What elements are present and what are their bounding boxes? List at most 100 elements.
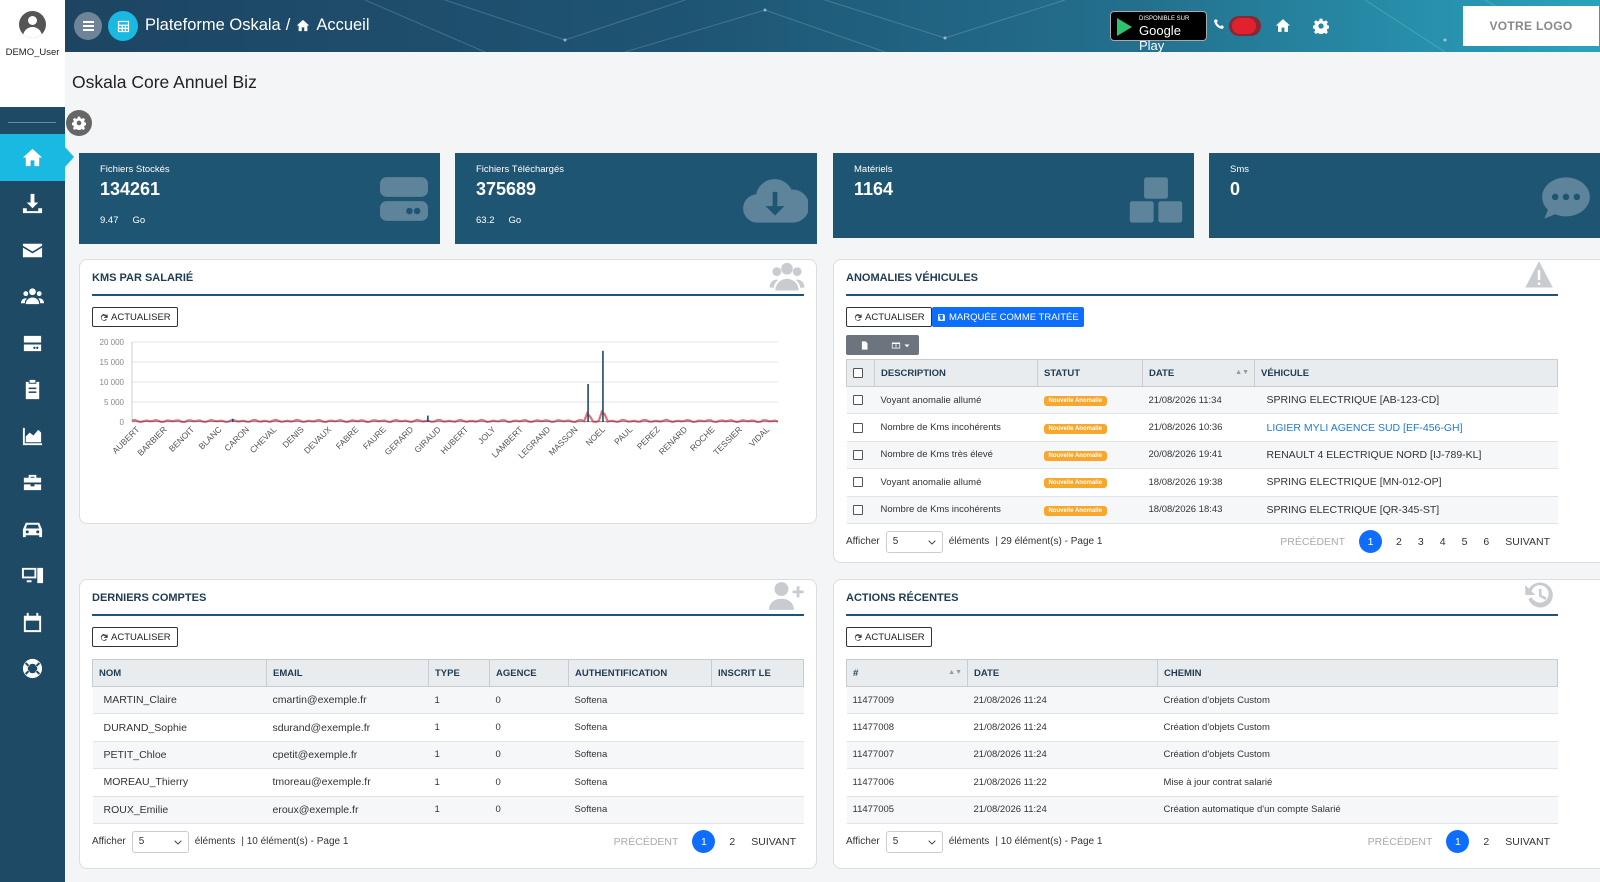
export-button[interactable] bbox=[846, 335, 882, 355]
page-button[interactable]: 2 bbox=[1388, 536, 1410, 548]
x-tick-label: MASSON bbox=[547, 424, 580, 457]
table-tools bbox=[846, 335, 919, 355]
cell-date: 18/08/2026 19:38 bbox=[1142, 468, 1255, 497]
cell-type: 1 bbox=[428, 713, 490, 742]
sidebar-item-downloads[interactable] bbox=[0, 181, 65, 228]
refresh-button[interactable]: ACTUALISER bbox=[846, 627, 932, 647]
actions-table: # ▲▼ DATE CHEMIN 11477009 21/08/2026 11:24… bbox=[846, 659, 1558, 824]
row-checkbox[interactable] bbox=[852, 422, 863, 433]
x-tick-label: BLANC bbox=[196, 424, 223, 451]
cell-id: 11477007 bbox=[846, 741, 968, 770]
cell-vehicle: SPRING ELECTRIQUE [MN-012-OP] bbox=[1254, 468, 1558, 497]
table-row[interactable]: MOREAU_Thierry tmoreau@exemple.fr 1 0 Soften… bbox=[92, 768, 804, 797]
table-row[interactable]: PETIT_Chloe cpetit@exemple.fr 1 0 Softena bbox=[92, 741, 804, 770]
page-button[interactable]: 1 bbox=[1446, 830, 1470, 853]
next-button[interactable]: SUIVANT bbox=[1497, 836, 1558, 848]
refresh-button[interactable]: ACTUALISER bbox=[846, 307, 932, 327]
row-checkbox[interactable] bbox=[852, 504, 863, 515]
sidebar-item-stats[interactable] bbox=[0, 413, 65, 460]
per-page-select[interactable]: 5 bbox=[131, 830, 189, 853]
sidebar-item-devices[interactable] bbox=[0, 553, 65, 600]
cell-vehicle[interactable]: LIGIER MYLI AGENCE SUD [EF-456-GH] bbox=[1254, 413, 1558, 442]
col-type[interactable]: TYPE bbox=[428, 659, 490, 687]
car-icon bbox=[22, 522, 43, 537]
x-tick-label: DEVAUX bbox=[302, 424, 334, 456]
table-row[interactable]: Nombre de Kms très élevé Nouvelle Anomali… bbox=[846, 441, 1558, 470]
page-button[interactable]: 3 bbox=[1410, 536, 1432, 548]
row-select-cell bbox=[846, 441, 875, 470]
col-email[interactable]: EMAIL bbox=[266, 659, 429, 687]
col-auth[interactable]: AUTHENTIFICATION bbox=[568, 659, 712, 687]
panel-title: ACTIONS RÉCENTES bbox=[846, 592, 959, 604]
sidebar-item-vehicles[interactable] bbox=[0, 506, 65, 553]
next-button[interactable]: SUIVANT bbox=[743, 836, 804, 848]
page-button[interactable]: 1 bbox=[1359, 530, 1383, 553]
y-tick-label: 5 000 bbox=[104, 398, 125, 407]
top-settings-button[interactable] bbox=[1312, 18, 1330, 39]
page-button[interactable]: 5 bbox=[1454, 536, 1476, 548]
sidebar-item-home[interactable] bbox=[0, 134, 74, 181]
page-button[interactable]: 2 bbox=[721, 836, 743, 848]
avatar-icon[interactable] bbox=[19, 11, 46, 38]
table-row[interactable]: ROUX_Emilie eroux@exemple.fr 1 0 Softena bbox=[92, 796, 804, 824]
menu-toggle-button[interactable] bbox=[74, 12, 102, 40]
prev-button[interactable]: PRÉCÉDENT bbox=[606, 836, 687, 848]
table-footer: Afficher 5 éléments | 10 élément(s) - Pa… bbox=[92, 830, 804, 853]
sidebar-item-support[interactable] bbox=[0, 646, 65, 693]
page-button[interactable]: 4 bbox=[1432, 536, 1454, 548]
col-vehicle[interactable]: VÉHICULE bbox=[1254, 359, 1558, 387]
col-nom[interactable]: NOM bbox=[92, 659, 267, 687]
top-home-button[interactable] bbox=[1274, 17, 1292, 39]
phone-toggle[interactable] bbox=[1229, 16, 1261, 36]
breadcrumb-platform[interactable]: Plateforme Oskala bbox=[145, 16, 281, 35]
columns-button[interactable] bbox=[882, 335, 918, 355]
refresh-button[interactable]: ACTUALISER bbox=[92, 627, 178, 647]
table-row[interactable]: 11477006 21/08/2026 11:22 Mise à jour cont… bbox=[846, 768, 1558, 797]
col-date[interactable]: DATE ▲▼ bbox=[1142, 359, 1255, 387]
sidebar-item-toolbox[interactable] bbox=[0, 460, 65, 507]
refresh-button[interactable]: ACTUALISER bbox=[92, 307, 178, 327]
chevron-down-icon bbox=[928, 839, 936, 845]
sidebar-item-calendar[interactable] bbox=[0, 599, 65, 646]
x-tick-label: DENIS bbox=[280, 424, 306, 450]
table-row[interactable]: DURAND_Sophie sdurand@exemple.fr 1 0 Softena bbox=[92, 713, 804, 742]
col-inscrit[interactable]: INSCRIT LE bbox=[711, 659, 804, 687]
sidebar-item-users[interactable] bbox=[0, 274, 65, 321]
table-row[interactable]: 11477005 21/08/2026 11:24 Création automat… bbox=[846, 796, 1558, 824]
prev-button[interactable]: PRÉCÉDENT bbox=[1272, 536, 1353, 548]
stat-card-files-stored: Fichiers Stockés 134261 9.47 Go bbox=[79, 153, 440, 244]
next-button[interactable]: SUIVANT bbox=[1497, 536, 1558, 548]
refresh-label: ACTUALISER bbox=[111, 311, 171, 323]
google-play-badge[interactable]: DISPONIBLE SUR Google Play bbox=[1110, 11, 1207, 52]
per-page-select[interactable]: 5 bbox=[885, 830, 943, 853]
table-row[interactable]: 11477008 21/08/2026 11:24 Création d'objet… bbox=[846, 713, 1558, 742]
table-row[interactable]: Nombre de Kms incohérents Nouvelle Anomal… bbox=[846, 496, 1558, 524]
sidebar-item-mail[interactable] bbox=[0, 227, 65, 274]
col-date[interactable]: DATE bbox=[967, 659, 1158, 687]
row-checkbox[interactable] bbox=[852, 395, 863, 406]
row-checkbox[interactable] bbox=[852, 449, 863, 460]
table-row[interactable]: 11477007 21/08/2026 11:24 Création d'objet… bbox=[846, 741, 1558, 770]
page-button[interactable]: 6 bbox=[1475, 536, 1497, 548]
sidebar-item-storage[interactable] bbox=[0, 320, 65, 367]
table-row[interactable]: MARTIN_Claire cmartin@exemple.fr 1 0 Softena bbox=[92, 686, 804, 715]
col-agence[interactable]: AGENCE bbox=[489, 659, 569, 687]
select-all-checkbox[interactable] bbox=[853, 367, 863, 378]
prev-button[interactable]: PRÉCÉDENT bbox=[1360, 836, 1441, 848]
col-status[interactable]: STATUT bbox=[1037, 359, 1143, 387]
table-row[interactable]: Voyant anomalie allumé Nouvelle Anomalie 2… bbox=[846, 386, 1558, 415]
page-button[interactable]: 2 bbox=[1475, 836, 1497, 848]
table-row[interactable]: 11477009 21/08/2026 11:24 Création d'objet… bbox=[846, 686, 1558, 715]
page-button[interactable]: 1 bbox=[692, 830, 716, 853]
col-path[interactable]: CHEMIN bbox=[1157, 659, 1558, 687]
user-block[interactable]: DEMO_User bbox=[0, 0, 65, 107]
settings-toggle-button[interactable] bbox=[66, 110, 92, 136]
mark-treated-button[interactable]: MARQUÉE COMME TRAITÉE bbox=[932, 307, 1084, 327]
table-row[interactable]: Voyant anomalie allumé Nouvelle Anomalie 1… bbox=[846, 468, 1558, 497]
sidebar-item-tasks[interactable] bbox=[0, 367, 65, 414]
row-checkbox[interactable] bbox=[852, 477, 863, 488]
col-description[interactable]: DESCRIPTION bbox=[874, 359, 1038, 387]
table-row[interactable]: Nombre de Kms incohérents Nouvelle Anomal… bbox=[846, 413, 1558, 442]
per-page-select[interactable]: 5 bbox=[885, 530, 943, 553]
col-id[interactable]: # ▲▼ bbox=[846, 659, 968, 687]
